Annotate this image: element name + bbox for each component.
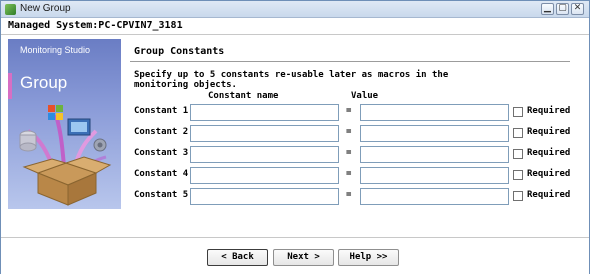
required-label: Required: [527, 169, 571, 179]
constant-label: Constant 5:: [134, 190, 194, 200]
close-button[interactable]: ✕: [571, 3, 584, 15]
constant-row-4: Constant 4: = Required: [1, 167, 589, 184]
constant-3-required-checkbox[interactable]: [513, 149, 523, 159]
column-header-constant-name: Constant name: [208, 91, 279, 101]
constant-row-3: Constant 3: = Required: [1, 146, 589, 163]
constant-5-required-checkbox[interactable]: [513, 191, 523, 201]
help-button[interactable]: Help >>: [338, 249, 399, 266]
constant-row-5: Constant 5: = Required: [1, 188, 589, 205]
constant-2-name-input[interactable]: [190, 125, 339, 142]
constant-2-required-checkbox[interactable]: [513, 128, 523, 138]
close-icon: ✕: [573, 3, 582, 13]
button-bar: < Back Next > Help >>: [1, 237, 589, 274]
maximize-icon: ▢: [558, 3, 567, 13]
new-group-window: New Group ▁ ▢ ✕ Managed System:PC-CPVIN7…: [0, 0, 590, 274]
banner-title: Group: [20, 73, 68, 92]
back-button[interactable]: < Back: [207, 249, 268, 266]
app-icon: [5, 4, 16, 15]
section-divider: [130, 61, 570, 62]
equals-sign: =: [346, 169, 352, 179]
constant-3-name-input[interactable]: [190, 146, 339, 163]
constant-5-value-input[interactable]: [360, 188, 509, 205]
constant-1-required-checkbox[interactable]: [513, 107, 523, 117]
instructions-text: Specify up to 5 constants re-usable late…: [134, 70, 449, 90]
required-label: Required: [527, 106, 571, 116]
wizard-content: Monitoring Studio Group Group Constants …: [1, 35, 589, 237]
required-label: Required: [527, 148, 571, 158]
banner-brand: Monitoring Studio: [20, 45, 91, 55]
constant-row-1: Constant 1: = Required: [1, 104, 589, 121]
constant-3-value-input[interactable]: [360, 146, 509, 163]
column-header-value: Value: [351, 91, 379, 101]
constant-2-value-input[interactable]: [360, 125, 509, 142]
constant-1-value-input[interactable]: [360, 104, 509, 121]
constant-label: Constant 3:: [134, 148, 194, 158]
minimize-icon: ▁: [544, 3, 551, 13]
managed-system-bar: Managed System:PC-CPVIN7_3181: [1, 18, 589, 35]
maximize-button[interactable]: ▢: [556, 3, 569, 15]
section-title: Group Constants: [134, 46, 225, 57]
constant-row-2: Constant 2: = Required: [1, 125, 589, 142]
title-bar: New Group ▁ ▢ ✕: [1, 1, 589, 18]
managed-system-label: Managed System:PC-CPVIN7_3181: [8, 20, 183, 31]
required-label: Required: [527, 190, 571, 200]
minimize-button[interactable]: ▁: [541, 3, 554, 15]
constant-4-required-checkbox[interactable]: [513, 170, 523, 180]
equals-sign: =: [346, 148, 352, 158]
required-label: Required: [527, 127, 571, 137]
constant-4-value-input[interactable]: [360, 167, 509, 184]
window-title: New Group: [20, 3, 71, 14]
equals-sign: =: [346, 127, 352, 137]
constant-label: Constant 4:: [134, 169, 194, 179]
banner-accent-strip: [8, 73, 12, 99]
constant-5-name-input[interactable]: [190, 188, 339, 205]
next-button[interactable]: Next >: [273, 249, 334, 266]
constant-label: Constant 2:: [134, 127, 194, 137]
equals-sign: =: [346, 190, 352, 200]
constant-4-name-input[interactable]: [190, 167, 339, 184]
constant-1-name-input[interactable]: [190, 104, 339, 121]
equals-sign: =: [346, 106, 352, 116]
constant-label: Constant 1:: [134, 106, 194, 116]
